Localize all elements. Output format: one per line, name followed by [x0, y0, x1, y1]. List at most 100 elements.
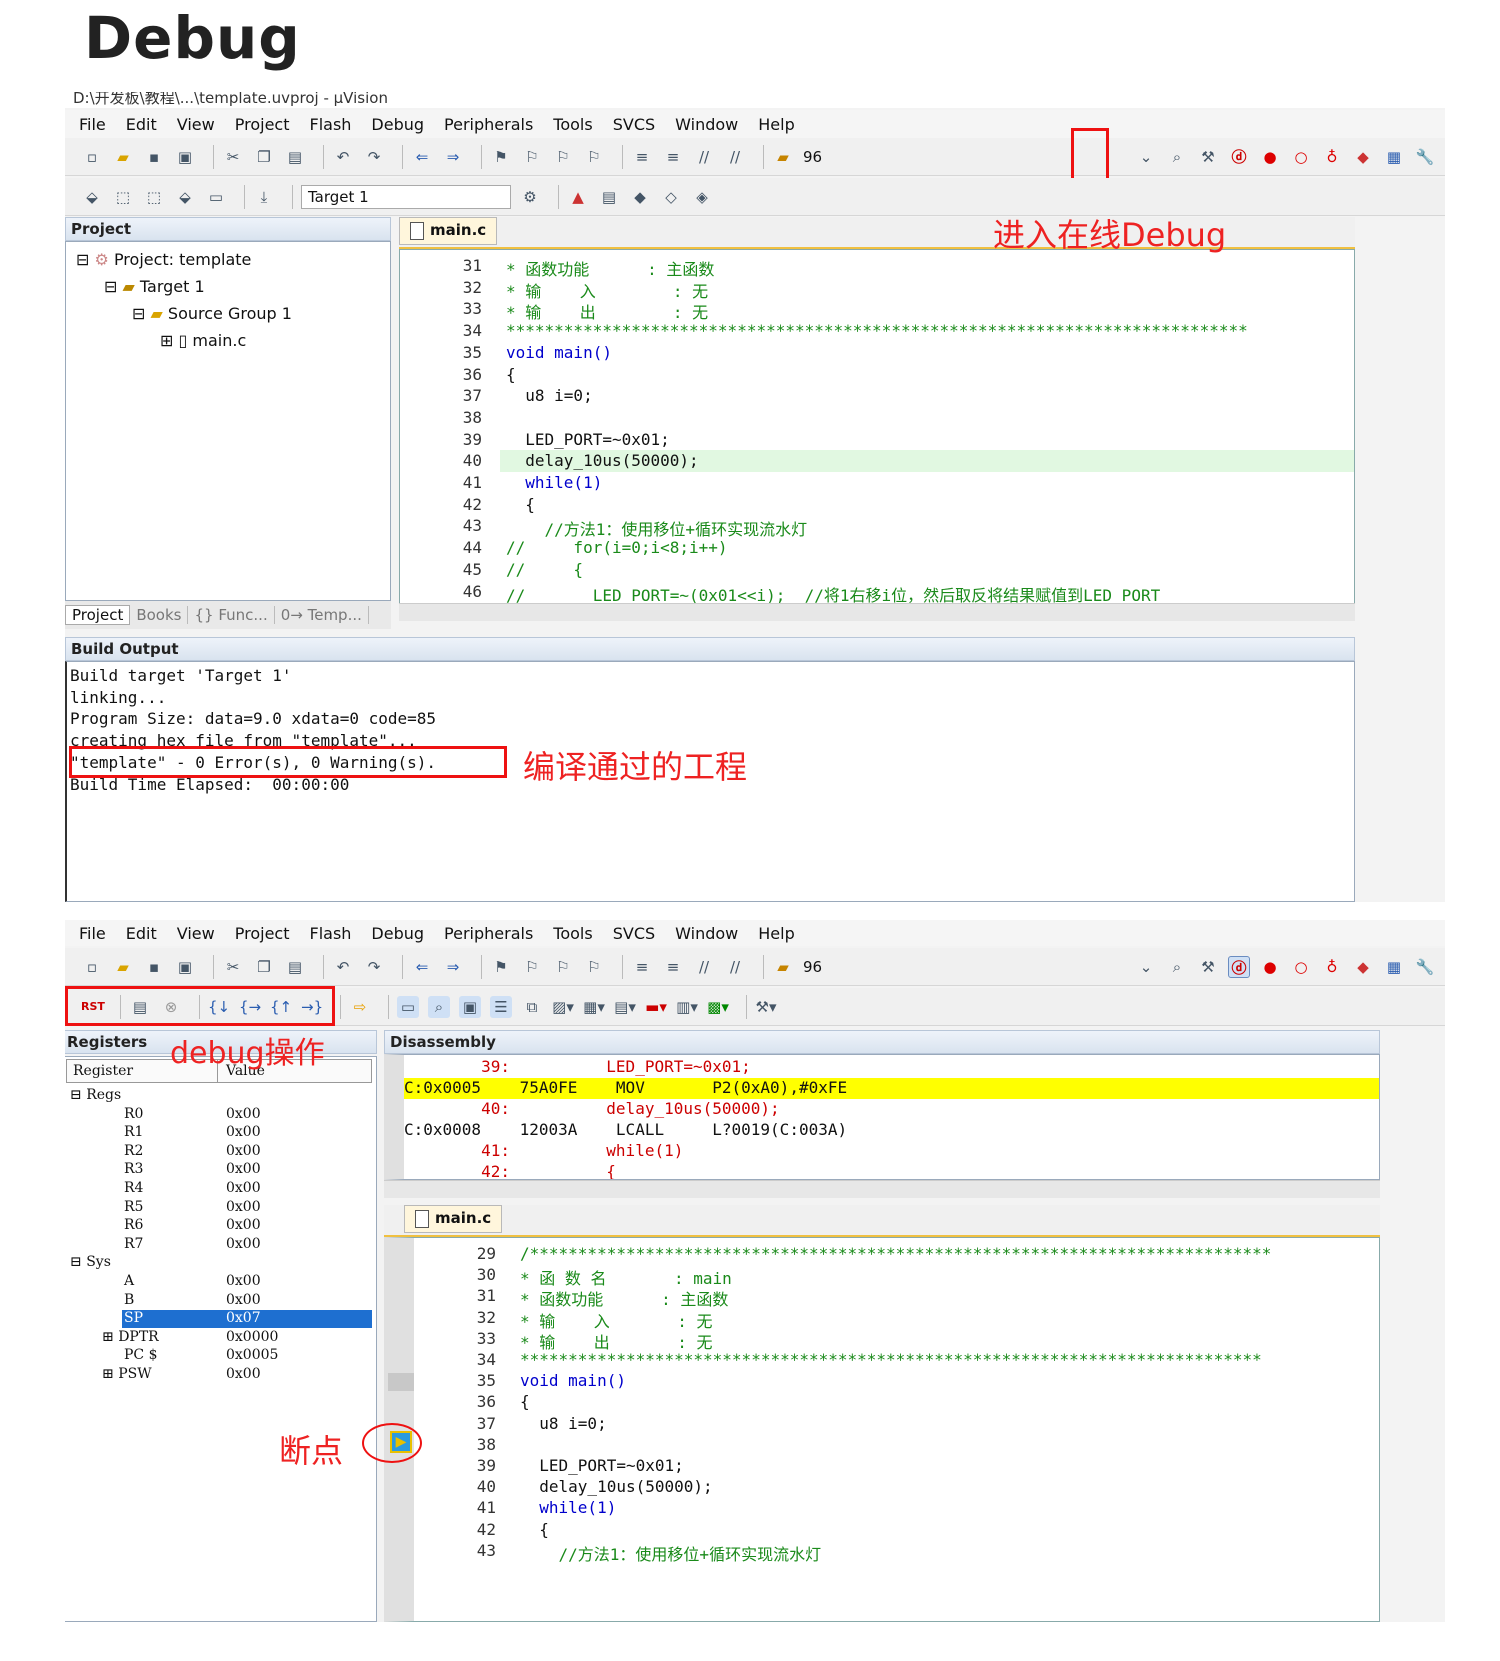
comment-icon[interactable]: // — [693, 146, 715, 168]
memory-window-icon[interactable]: ▦▾ — [583, 996, 605, 1018]
cut-icon[interactable]: ✂ — [222, 146, 244, 168]
register-value[interactable]: 0x00 — [226, 1366, 261, 1382]
new-file-icon[interactable]: ▫ — [81, 956, 103, 978]
system-viewer-icon[interactable]: ▩▾ — [707, 996, 729, 1018]
new-file-icon[interactable]: ▫ — [81, 146, 103, 168]
register-name[interactable]: ⊞ PSW — [102, 1366, 152, 1382]
save-icon[interactable]: ▪ — [143, 146, 165, 168]
editor-tab-main-c[interactable]: main.c — [399, 217, 498, 245]
register-value[interactable]: 0x00 — [226, 1217, 261, 1233]
disable-all-breakpoints-icon[interactable]: ♁ — [1321, 146, 1343, 168]
insert-breakpoint-icon[interactable]: ● — [1259, 956, 1281, 978]
register-name[interactable]: A — [124, 1273, 134, 1289]
register-value[interactable]: 0x00 — [226, 1292, 261, 1308]
bookmark-prev-icon[interactable]: ⚐ — [521, 956, 543, 978]
copy-icon[interactable]: ❐ — [253, 956, 275, 978]
expand-toggle-icon[interactable]: ⊞ — [102, 1329, 118, 1345]
tab-functions[interactable]: {} Func... — [188, 606, 275, 624]
menu-item-flash[interactable]: Flash — [309, 924, 351, 943]
tab-project[interactable]: Project — [65, 605, 131, 625]
menu-item-debug[interactable]: Debug — [371, 924, 424, 943]
expand-toggle-icon[interactable]: ⊟ — [70, 1087, 86, 1103]
show-next-statement-icon[interactable]: ⇨ — [349, 996, 371, 1018]
kill-all-breakpoints-icon[interactable]: ◆ — [1352, 146, 1374, 168]
editor-tab-main-c[interactable]: main.c — [404, 1205, 503, 1233]
tab-templates[interactable]: 0→ Temp... — [275, 606, 369, 624]
disassembly-view[interactable]: 39: LED_PORT=~0x01; C:0x0005 75A0FE MOV P… — [384, 1054, 1380, 1180]
paste-icon[interactable]: ▤ — [284, 146, 306, 168]
window-layout-icon[interactable]: ▦ — [1383, 146, 1405, 168]
register-name[interactable]: B — [124, 1292, 134, 1308]
rebuild-icon[interactable]: ⬚ — [143, 186, 165, 208]
register-name[interactable]: R5 — [124, 1199, 143, 1215]
batch-build-icon[interactable]: ⬙ — [174, 186, 196, 208]
tree-target[interactable]: ⊟ ▰ Target 1 — [104, 277, 205, 296]
serial-window-icon[interactable]: ▤▾ — [614, 996, 636, 1018]
horizontal-scrollbar[interactable] — [399, 603, 1355, 621]
col-register[interactable]: Register — [73, 1060, 133, 1082]
register-value[interactable]: 0x0000 — [226, 1329, 278, 1345]
register-name[interactable]: R7 — [124, 1236, 143, 1252]
register-name[interactable]: R2 — [124, 1143, 143, 1159]
unindent-icon[interactable]: ≡ — [662, 956, 684, 978]
expand-toggle-icon[interactable]: ⊟ — [70, 1254, 86, 1270]
unindent-icon[interactable]: ≡ — [662, 146, 684, 168]
register-value[interactable]: 0x00 — [226, 1236, 261, 1252]
copy-icon[interactable]: ❐ — [253, 146, 275, 168]
incremental-find-icon[interactable]: ⚒ — [1197, 146, 1219, 168]
register-name[interactable]: R4 — [124, 1180, 143, 1196]
disable-breakpoint-icon[interactable]: ○ — [1290, 956, 1312, 978]
menu-item-file[interactable]: File — [79, 115, 106, 134]
translate-icon[interactable]: ⬙ — [81, 186, 103, 208]
insert-breakpoint-icon[interactable]: ● — [1259, 146, 1281, 168]
menu-item-help[interactable]: Help — [758, 924, 794, 943]
menu-item-peripherals[interactable]: Peripherals — [444, 924, 533, 943]
configure-icon[interactable]: 🔧 — [1414, 146, 1436, 168]
redo-icon[interactable]: ↷ — [363, 146, 385, 168]
symbols-window-icon[interactable]: ▣ — [459, 995, 481, 1018]
tab-books[interactable]: Books — [130, 606, 189, 624]
code-editor[interactable]: 29 /*************************************… — [384, 1237, 1380, 1622]
window-layout-icon[interactable]: ▦ — [1383, 956, 1405, 978]
indent-icon[interactable]: ≡ — [631, 956, 653, 978]
find-in-files-icon[interactable]: ▰ — [772, 146, 794, 168]
command-window-icon[interactable]: ▭ — [397, 995, 419, 1018]
start-debug-icon[interactable]: ⓓ — [1228, 146, 1250, 168]
menu-item-peripherals[interactable]: Peripherals — [444, 115, 533, 134]
registers-window-icon[interactable]: ☰ — [490, 995, 512, 1018]
open-folder-icon[interactable]: ▰ — [112, 146, 134, 168]
register-name[interactable]: R1 — [124, 1124, 143, 1140]
menu-item-project[interactable]: Project — [235, 924, 290, 943]
uncomment-icon[interactable]: // — [724, 146, 746, 168]
disable-breakpoint-icon[interactable]: ○ — [1290, 146, 1312, 168]
dropdown-icon[interactable]: ⌄ — [1135, 956, 1157, 978]
register-value[interactable]: 0x07 — [226, 1310, 261, 1326]
analysis-window-icon[interactable]: ▬▾ — [645, 996, 667, 1018]
register-value[interactable]: 0x0005 — [226, 1347, 278, 1363]
menu-item-help[interactable]: Help — [758, 115, 794, 134]
disassembly-window-icon[interactable]: ⌕ — [428, 995, 450, 1018]
indent-icon[interactable]: ≡ — [631, 146, 653, 168]
select-packs-icon[interactable]: ◆ — [629, 186, 651, 208]
menu-item-window[interactable]: Window — [675, 924, 738, 943]
register-name[interactable]: ⊟ Sys — [70, 1254, 111, 1270]
expand-toggle-icon[interactable]: ⊞ — [102, 1366, 118, 1382]
pack-installer-icon[interactable]: ◇ — [660, 186, 682, 208]
open-folder-icon[interactable]: ▰ — [112, 956, 134, 978]
menu-item-debug[interactable]: Debug — [371, 115, 424, 134]
menu-item-svcs[interactable]: SVCS — [613, 924, 655, 943]
target-select[interactable]: Target 1 — [301, 184, 511, 209]
comment-icon[interactable]: // — [693, 956, 715, 978]
register-name[interactable]: SP — [124, 1310, 143, 1326]
redo-icon[interactable]: ↷ — [363, 956, 385, 978]
horizontal-scrollbar[interactable] — [384, 1180, 1380, 1198]
menu-item-tools[interactable]: Tools — [553, 115, 592, 134]
search-icon[interactable]: ⌕ — [1166, 956, 1188, 978]
nav-forward-icon[interactable]: ⇒ — [442, 956, 464, 978]
paste-icon[interactable]: ▤ — [284, 956, 306, 978]
register-name[interactable]: R6 — [124, 1217, 143, 1233]
bookmark-icon[interactable]: ⚑ — [490, 956, 512, 978]
menu-item-edit[interactable]: Edit — [126, 115, 157, 134]
register-value[interactable]: 0x00 — [226, 1180, 261, 1196]
toolbox-icon[interactable]: ⚒▾ — [755, 996, 777, 1018]
